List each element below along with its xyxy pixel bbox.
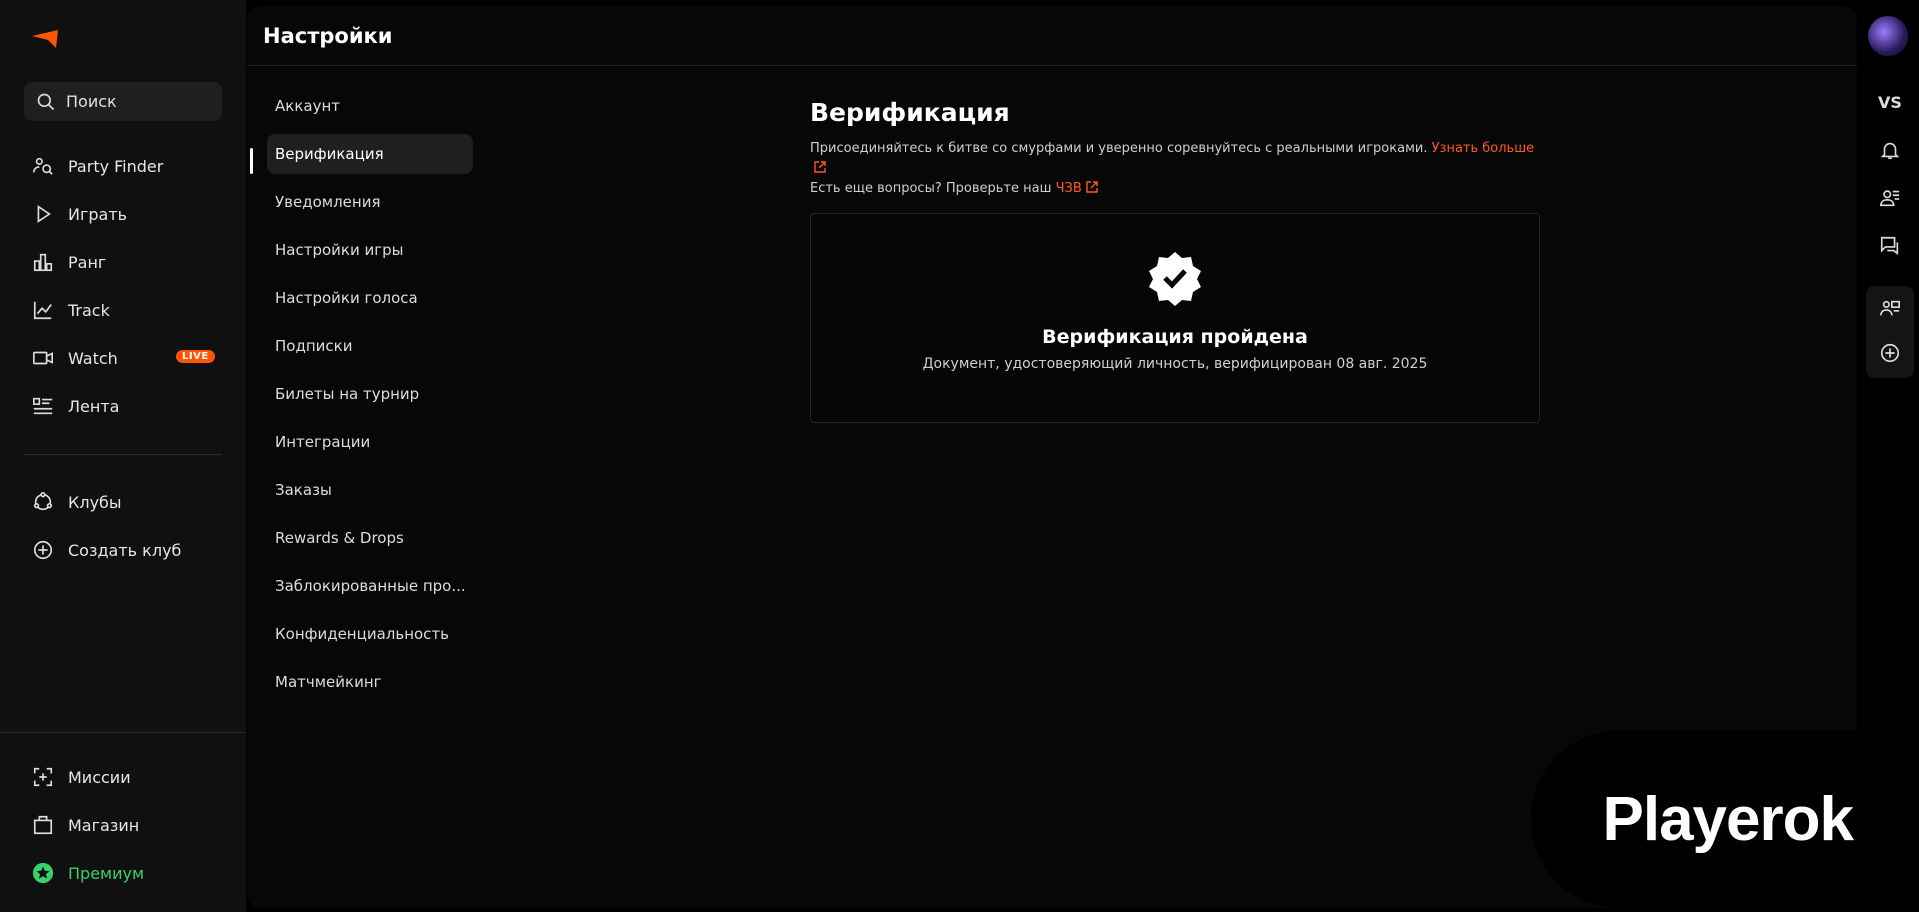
nav-clubs[interactable]: Клубы (0, 478, 246, 526)
verification-section: Верификация Присоединяйтесь к битве со с… (810, 98, 1540, 423)
playerok-watermark: Playerok (1531, 730, 1857, 908)
settings-nav-rewards-drops[interactable]: Rewards & Drops (267, 514, 473, 562)
page-title: Настройки (263, 24, 393, 48)
nav-label: Ранг (68, 252, 107, 272)
settings-nav-tournament-tickets[interactable]: Билеты на турнир (267, 370, 473, 418)
nav-label: Track (68, 300, 110, 320)
nav-label: Клубы (68, 492, 122, 512)
nav-label: Играть (68, 204, 128, 224)
left-sidebar: Поиск Party Finder Играть Ранг Track Wat… (0, 0, 246, 912)
friends-button[interactable] (1868, 178, 1912, 218)
active-indicator (250, 148, 253, 174)
faq-link[interactable]: ЧЗВ (1056, 181, 1098, 196)
avatar[interactable] (1868, 16, 1908, 56)
right-rail: VS (1862, 0, 1919, 912)
vs-button[interactable]: VS (1868, 82, 1912, 122)
notifications-button[interactable] (1868, 130, 1912, 170)
nav-play[interactable]: Играть (0, 190, 246, 238)
settings-header: Настройки (247, 6, 1857, 66)
party-icon (1880, 300, 1900, 316)
settings-nav-blocked-profiles[interactable]: Заблокированные про... (267, 562, 473, 610)
section-title: Верификация (810, 98, 1010, 127)
settings-nav-privacy[interactable]: Конфиденциальность (267, 610, 473, 658)
video-icon (33, 351, 53, 365)
friends-icon (1880, 190, 1900, 207)
premium-icon (32, 862, 54, 884)
messages-button[interactable] (1868, 226, 1912, 266)
search-icon (37, 93, 55, 110)
watermark-text: Playerok (1602, 784, 1854, 854)
settings-nav-matchmaking[interactable]: Матчмейкинг (267, 658, 473, 706)
nav-create-club[interactable]: Создать клуб (0, 526, 246, 574)
nav-party-finder[interactable]: Party Finder (0, 142, 246, 190)
faq-link-label: ЧЗВ (1055, 181, 1082, 196)
external-link-icon (1086, 181, 1098, 193)
settings-nav-subscriptions[interactable]: Подписки (267, 322, 473, 370)
search-input[interactable]: Поиск (24, 82, 222, 121)
clubs-nav: Клубы Создать клуб (0, 478, 246, 574)
play-icon (37, 205, 51, 223)
desc-text: Присоединяйтесь к битве со смурфами и ув… (810, 141, 1428, 156)
nav-shop[interactable]: Магазин (0, 801, 246, 849)
settings-nav-verification[interactable]: Верификация (267, 134, 473, 174)
missions-icon (33, 767, 53, 787)
nav-premium[interactable]: Премиум (0, 849, 246, 897)
settings-nav-account[interactable]: Аккаунт (267, 82, 473, 130)
feed-icon (33, 397, 53, 415)
live-badge: LIVE (176, 350, 215, 363)
nav-label: Создать клуб (68, 540, 182, 560)
settings-panel: Настройки Аккаунт Верификация Уведомлени… (247, 6, 1857, 908)
nav-feed[interactable]: Лента (0, 382, 246, 430)
settings-nav-orders[interactable]: Заказы (267, 466, 473, 514)
nav-divider (24, 454, 222, 455)
status-title: Верификация пройдена (1042, 326, 1308, 348)
nav-rank[interactable]: Ранг (0, 238, 246, 286)
shop-icon (33, 815, 53, 835)
chat-icon (1880, 236, 1899, 255)
app-logo-icon[interactable] (30, 26, 60, 50)
settings-nav-voice-settings[interactable]: Настройки голоса (267, 274, 473, 322)
nav-label: Лента (68, 396, 120, 416)
nav-label: Премиум (68, 863, 145, 883)
nav-label: Watch (68, 348, 118, 368)
add-button[interactable] (1868, 333, 1912, 373)
settings-nav-integrations[interactable]: Интеграции (267, 418, 473, 466)
bell-icon (1880, 142, 1900, 160)
external-link-icon (814, 161, 826, 173)
party-button[interactable] (1868, 289, 1912, 329)
settings-nav-game-settings[interactable]: Настройки игры (267, 226, 473, 274)
nav-label: Party Finder (68, 156, 164, 176)
search-label: Поиск (66, 92, 117, 111)
nav-missions[interactable]: Миссии (0, 753, 246, 801)
vs-label: VS (1878, 92, 1902, 112)
clubs-icon (33, 492, 53, 511)
verification-status-card: Верификация пройдена Документ, удостовер… (810, 213, 1540, 423)
rank-icon (33, 253, 53, 272)
main-nav: Party Finder Играть Ранг Track Watch LIV… (0, 142, 246, 430)
party-finder-icon (33, 157, 53, 175)
plus-circle-icon (33, 540, 53, 560)
nav-divider (0, 732, 246, 733)
nav-track[interactable]: Track (0, 286, 246, 334)
section-description: Присоединяйтесь к битве со смурфами и ув… (810, 139, 1540, 199)
plus-circle-icon (1880, 343, 1900, 363)
bottom-nav: Миссии Магазин Премиум (0, 753, 246, 897)
track-icon (33, 301, 52, 320)
nav-watch[interactable]: Watch LIVE (0, 334, 246, 382)
learn-more-label: Узнать больше (1431, 141, 1535, 156)
settings-nav: Аккаунт Верификация Уведомления Настройк… (267, 82, 473, 706)
app-window: Поиск Party Finder Играть Ранг Track Wat… (0, 0, 1919, 912)
settings-nav-notifications[interactable]: Уведомления (267, 178, 473, 226)
faq-text: Есть еще вопросы? Проверьте наш (810, 181, 1052, 196)
nav-label: Магазин (68, 815, 140, 835)
nav-label: Миссии (68, 767, 131, 787)
verified-badge-icon (1149, 252, 1201, 306)
status-subtitle: Документ, удостоверяющий личность, вериф… (922, 356, 1428, 372)
